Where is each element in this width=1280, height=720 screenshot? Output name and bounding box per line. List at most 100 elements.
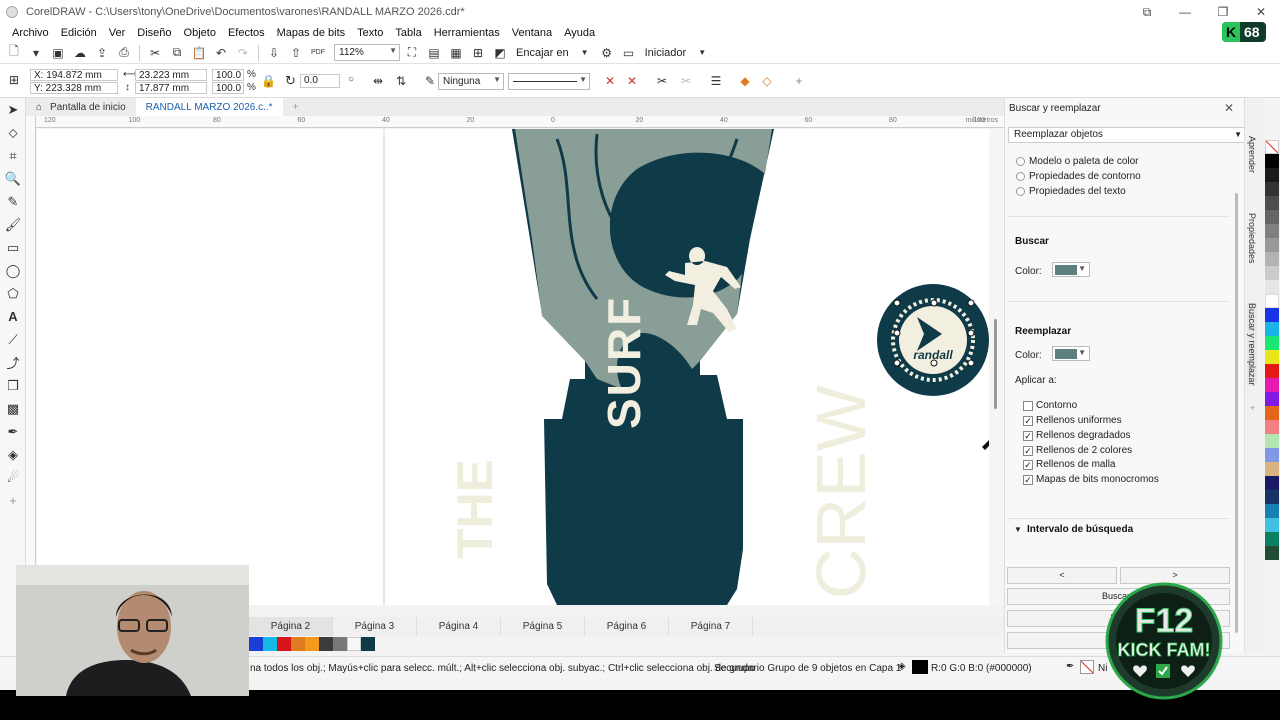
page-tab-2[interactable]: Página 2 [249,617,333,636]
zoom-tool-icon[interactable]: 🔍 [0,167,26,190]
order-front-icon[interactable]: ◆ [735,72,755,90]
snap-to-menu[interactable]: Encajar en [512,47,573,59]
menu-mapas-de-bits[interactable]: Mapas de bits [271,27,351,39]
swatch[interactable] [1265,252,1279,266]
cloud-upload-icon[interactable]: ⇪ [92,44,112,62]
drawing-canvas[interactable]: THE CREW SURF randall [37,129,989,605]
swatch[interactable] [361,637,375,651]
swatch[interactable] [291,637,305,651]
menu-ayuda[interactable]: Ayuda [558,27,601,39]
swatch[interactable] [1265,336,1279,350]
menu-ver[interactable]: Ver [103,27,132,39]
x-position-field[interactable]: X: 194.872 mm [30,69,118,81]
connector-tool-icon[interactable]: ⤴ [0,351,26,374]
option-text-props[interactable]: Propiedades del texto [1016,186,1126,197]
interactive-fill-icon[interactable]: ◈ [0,443,26,466]
menu-objeto[interactable]: Objeto [178,27,222,39]
side-tab-add-icon[interactable]: + [1250,403,1255,413]
chevron-down-icon[interactable]: ▼ [692,44,712,62]
options-gear-icon[interactable]: ⚙ [597,44,617,62]
find-color-picker[interactable]: ▼ [1052,262,1090,277]
shape-tool-icon[interactable]: ⬦ [0,121,26,144]
swatch[interactable] [249,637,263,651]
check-two-color-fills[interactable]: ✓ Rellenos de 2 colores [1023,445,1132,456]
outline-none-swatch[interactable] [1080,660,1094,674]
swatch[interactable] [1265,364,1279,378]
page-tab-5[interactable]: Página 5 [501,617,585,636]
side-tab-learn[interactable]: Aprender [1247,136,1257,173]
swatch[interactable] [1265,532,1279,546]
swatch[interactable] [1265,518,1279,532]
save-icon[interactable]: ▣ [48,44,68,62]
weld-icon[interactable]: ✕ [600,72,620,90]
menu-archivo[interactable]: Archivo [6,27,55,39]
range-expand-icon[interactable]: ▼ [1014,525,1022,534]
swatch[interactable] [1265,224,1279,238]
restore-button[interactable]: ❐ [1204,0,1242,24]
search-range-title[interactable]: Intervalo de búsqueda [1027,524,1133,535]
combine-icon[interactable]: ✂ [676,72,696,90]
polygon-tool-icon[interactable]: ⬠ [0,282,26,305]
eyedropper-tool-icon[interactable]: ✒ [0,420,26,443]
order-back-icon[interactable]: ◇ [757,72,777,90]
check-mono-bitmaps[interactable]: ✓ Mapas de bits monocromos [1023,474,1159,485]
swatch[interactable] [1265,504,1279,518]
undo-icon[interactable]: ↶ [211,44,231,62]
side-tab-properties[interactable]: Propiedades [1247,213,1257,264]
show-grid-icon[interactable]: ▦ [446,44,466,62]
swatch[interactable] [1265,182,1279,196]
swatch[interactable] [1265,154,1279,168]
ellipse-tool-icon[interactable]: ◯ [0,259,26,282]
text-tool-icon[interactable]: A [0,305,26,328]
menu-efectos[interactable]: Efectos [222,27,271,39]
swatch[interactable] [1265,476,1279,490]
zoom-fit-icon[interactable]: ⛶ [402,44,422,62]
scale-x-field[interactable]: 100.0 [212,69,244,81]
new-tab-button[interactable]: + [283,98,309,116]
swatch[interactable] [1265,280,1279,294]
user-icon[interactable]: ⧉ [1128,0,1166,24]
swatch[interactable] [1265,546,1279,560]
pick-tool-icon[interactable]: ➤ [0,98,26,121]
swatch[interactable] [347,637,361,651]
swatch[interactable] [1265,210,1279,224]
swatch[interactable] [277,637,291,651]
lock-ratio-icon[interactable]: 🔒 [261,74,276,88]
swatch[interactable] [1265,294,1279,308]
menu-diseno[interactable]: Diseño [131,27,177,39]
line-style-combo[interactable]: ▼ [508,73,590,90]
page-tab-3[interactable]: Página 3 [333,617,417,636]
tab-document[interactable]: RANDALL MARZO 2026.c..* [135,98,283,116]
height-field[interactable]: 17.877 mm [135,82,207,94]
swatch[interactable] [263,637,277,651]
swatch[interactable] [1265,448,1279,462]
print-icon[interactable]: ⎙ [114,44,134,62]
freehand-tool-icon[interactable]: ✎ [0,190,26,213]
outline-width-combo[interactable]: Ninguna ▼ [438,73,504,90]
redo-icon[interactable]: ↷ [233,44,253,62]
cloud-save-icon[interactable]: ☁ [70,44,90,62]
swatch[interactable] [1265,196,1279,210]
swatch[interactable] [1265,392,1279,406]
mirror-vertical-icon[interactable]: ⇅ [391,72,411,90]
no-color-swatch[interactable] [1265,140,1279,154]
rectangle-tool-icon[interactable]: ▭ [0,236,26,259]
swatch[interactable] [1265,462,1279,476]
add-tool-icon[interactable]: + [0,489,26,512]
scrollbar-thumb[interactable] [994,319,997,409]
launcher-icon[interactable]: ▭ [619,44,639,62]
smart-fill-icon[interactable]: ☄ [0,466,26,489]
replace-mode-dropdown[interactable]: Reemplazar objetos ▼ [1008,127,1246,143]
trim-icon[interactable]: ✕ [622,72,642,90]
previous-button[interactable]: < [1007,567,1117,584]
check-mesh-fills[interactable]: ✓ Rellenos de malla [1023,459,1116,470]
launcher-menu[interactable]: Iniciador [641,47,691,59]
object-origin-icon[interactable]: ⊞ [4,71,24,89]
cut-icon[interactable]: ✂ [145,44,165,62]
vertical-scrollbar[interactable] [989,129,1004,605]
swatch[interactable] [1265,322,1279,336]
docker-scrollbar[interactable] [1235,193,1238,633]
swatch[interactable] [1265,490,1279,504]
drop-shadow-icon[interactable]: ❒ [0,374,26,397]
swatch[interactable] [305,637,319,651]
